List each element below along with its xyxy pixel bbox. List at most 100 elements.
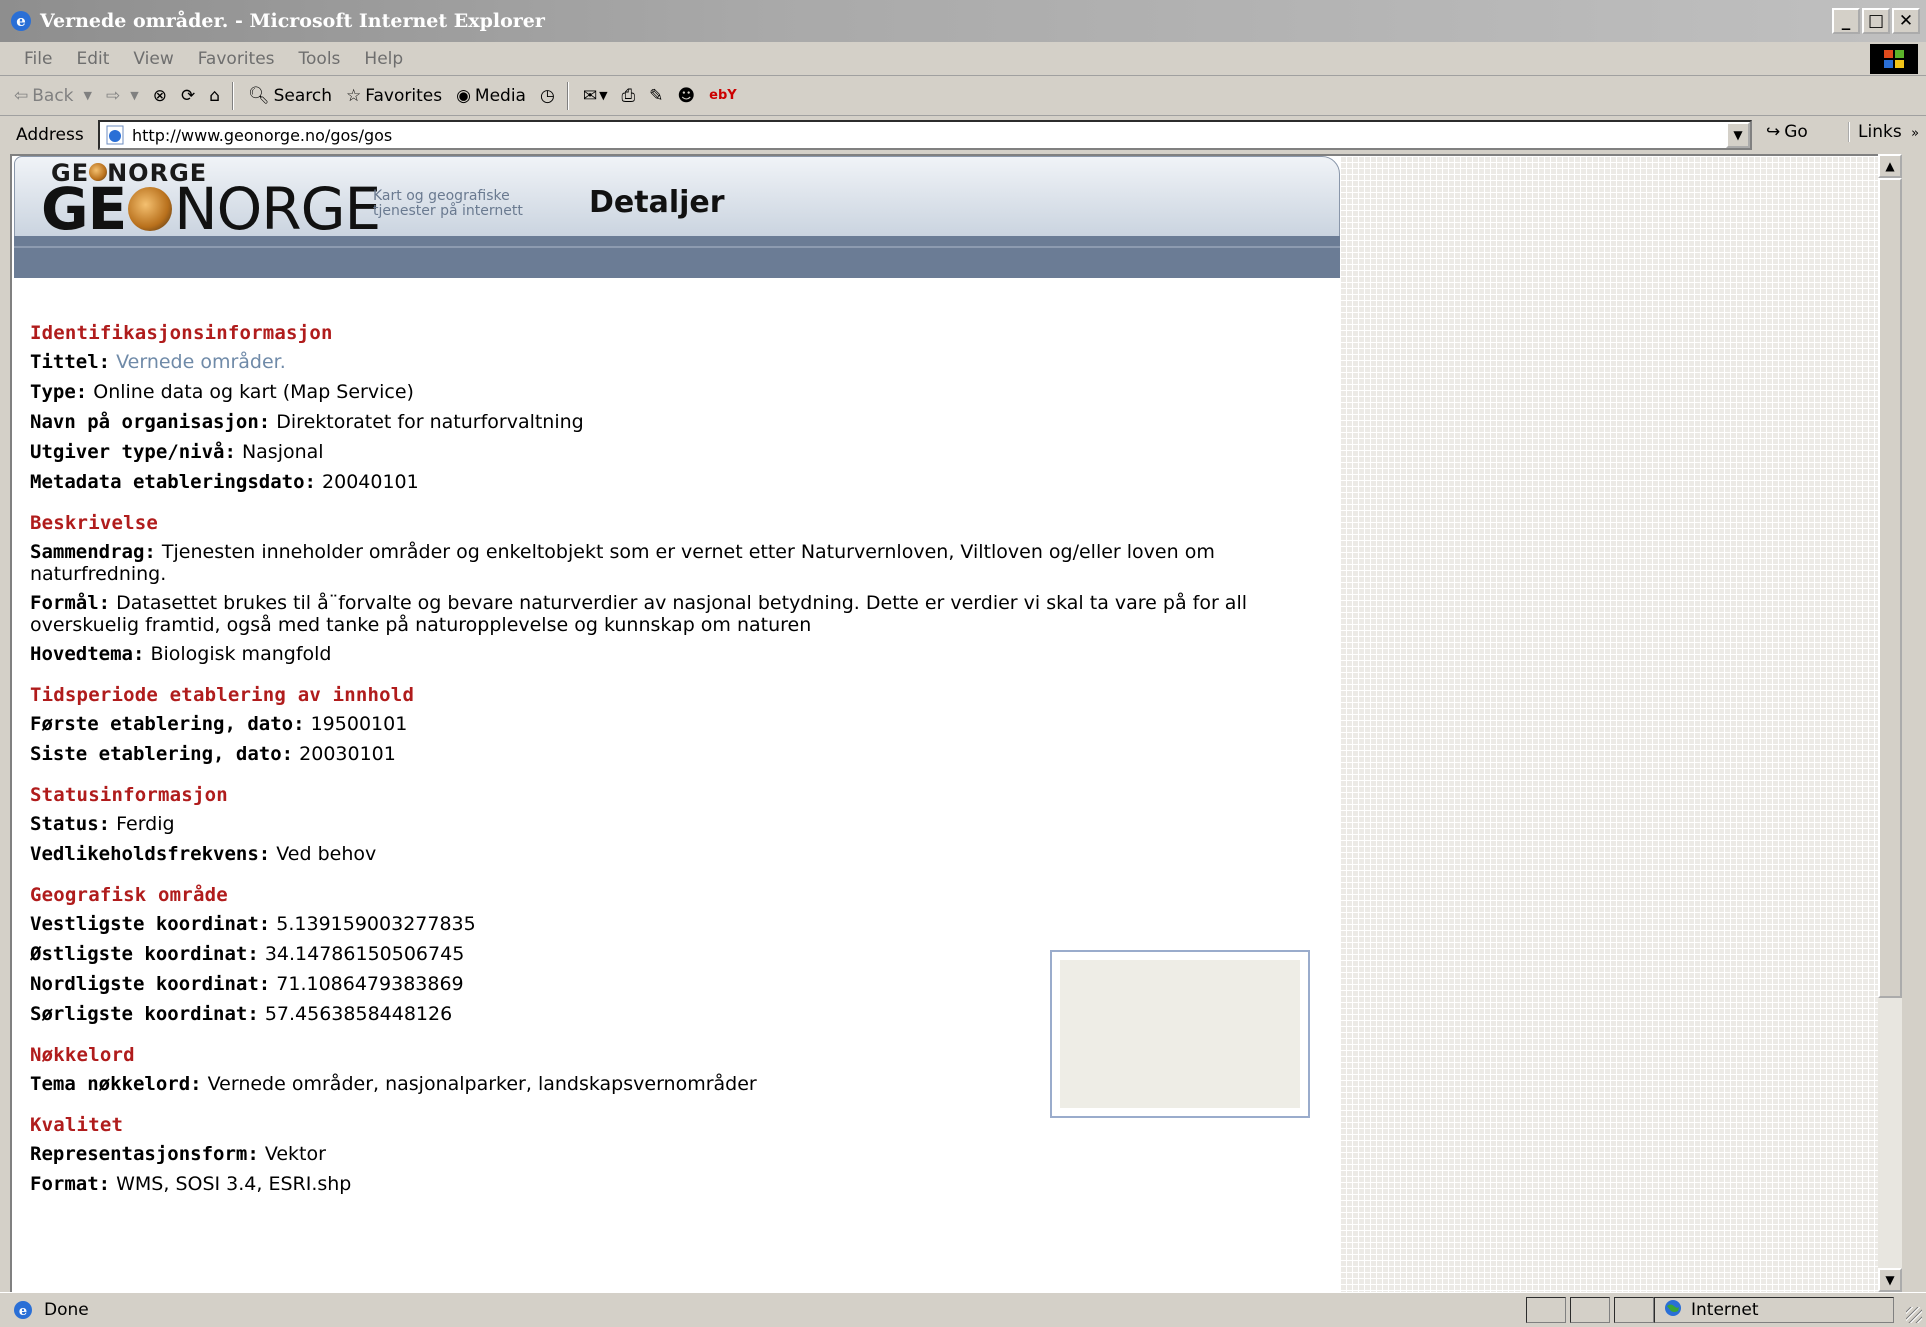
status-text: Done [44, 1300, 89, 1320]
window-title: Vernede områder. - Microsoft Internet Ex… [40, 10, 545, 32]
field-last-date: Siste etablering, dato: 20030101 [30, 743, 396, 765]
chevron-down-icon: ▼ [1733, 128, 1743, 142]
page-title: Detaljer [589, 185, 725, 220]
edit-button[interactable]: ✎ [649, 86, 663, 106]
field-summary: Sammendrag: Tjenesten inneholder områder… [30, 541, 1215, 585]
messenger-button[interactable]: ☻ [677, 86, 695, 106]
page-icon [104, 124, 126, 151]
menu-tools[interactable]: Tools [299, 49, 341, 69]
edit-icon: ✎ [649, 85, 664, 106]
refresh-button[interactable]: ⟳ [181, 86, 195, 106]
field-format: Format: WMS, SOSI 3.4, ESRI.shp [30, 1173, 352, 1195]
section-heading-identification: Identifikasjonsinformasjon [30, 322, 333, 344]
globe-icon [128, 186, 173, 231]
chevron-down-icon: ▼ [83, 89, 92, 102]
history-button[interactable]: ◷ [540, 86, 555, 106]
messenger-icon: ☻ [677, 85, 696, 106]
search-icon: 🔍︎ [248, 85, 270, 106]
address-input[interactable]: http://www.geonorge.no/gos/gos ▼ [98, 120, 1752, 150]
banner-strip [14, 236, 1340, 278]
menu-help[interactable]: Help [364, 49, 403, 69]
field-purpose: Formål: Datasettet brukes til å¨forvalte… [30, 592, 1247, 636]
minimize-button[interactable]: _ [1832, 8, 1860, 34]
history-icon: ◷ [539, 85, 555, 106]
page-content-frame: GE NORGE GE NORGE Kart og geografiske tjen… [10, 154, 1890, 1292]
forward-button[interactable]: ⇨ ▼ [106, 86, 139, 106]
tagline: Kart og geografiske tjenester på interne… [373, 188, 523, 219]
address-label: Address [16, 125, 84, 145]
ebay-icon: ebY [709, 88, 737, 103]
ie-logo-icon: e [8, 8, 34, 34]
media-button[interactable]: ◉ Media [456, 86, 526, 106]
scroll-down-arrow-icon[interactable]: ▼ [1878, 1268, 1902, 1292]
status-cell [1614, 1297, 1654, 1323]
field-type: Type: Online data og kart (Map Service) [30, 381, 414, 403]
globe-icon [1663, 1298, 1683, 1323]
section-heading-description: Beskrivelse [30, 512, 159, 534]
windows-logo-icon [1870, 44, 1918, 74]
field-organisation: Navn på organisasjon: Direktoratet for n… [30, 411, 584, 433]
field-status: Status: Ferdig [30, 813, 175, 835]
field-west-coordinate: Vestligste koordinat: 5.139159003277835 [30, 913, 476, 935]
svg-text:e: e [16, 12, 26, 30]
vertical-scrollbar[interactable]: ▲ ▼ [1878, 154, 1902, 1292]
chevron-down-icon: ▼ [599, 89, 608, 102]
media-icon: ◉ [456, 85, 471, 106]
field-main-theme: Hovedtema: Biologisk mangfold [30, 643, 332, 665]
map-thumbnail [1050, 950, 1310, 1118]
status-cell [1570, 1297, 1610, 1323]
scroll-up-arrow-icon[interactable]: ▲ [1878, 154, 1902, 178]
address-url: http://www.geonorge.no/gos/gos [132, 125, 393, 145]
menu-favorites[interactable]: Favorites [198, 49, 275, 69]
stop-icon: ⊗ [152, 85, 167, 106]
back-button[interactable]: ⇦ Back ▼ [14, 86, 92, 106]
geonorge-logo[interactable]: GE NORGE [41, 175, 381, 243]
section-heading-geographic: Geografisk område [30, 884, 228, 906]
resize-grip[interactable] [1906, 1307, 1922, 1323]
field-publisher-level: Utgiver type/nivå: Nasjonal [30, 441, 324, 463]
toolbar-separator [566, 81, 569, 110]
menu-file[interactable]: File [24, 49, 52, 69]
page-done-icon: e [12, 1299, 34, 1326]
star-icon: ☆ [346, 85, 362, 106]
address-dropdown-button[interactable]: ▼ [1726, 122, 1750, 148]
chevron-down-icon: ▼ [130, 89, 139, 102]
section-heading-status: Statusinformasjon [30, 784, 228, 806]
map-image-placeholder [1060, 960, 1300, 1108]
section-heading-time-period: Tidsperiode etablering av innhold [30, 684, 415, 706]
links-button[interactable]: Links » [1848, 122, 1919, 142]
address-bar: Address http://www.geonorge.no/gos/gos ▼… [0, 116, 1926, 154]
print-button[interactable]: ⎙ [622, 86, 636, 106]
title-link[interactable]: Vernede områder. [116, 351, 286, 373]
background-pattern [1340, 156, 1890, 1292]
menu-bar: File Edit View Favorites Tools Help [0, 42, 1926, 76]
field-title: Tittel: Vernede områder. [30, 351, 286, 373]
mail-icon: ✉ [582, 85, 598, 106]
stop-button[interactable]: ⊗ [153, 86, 167, 106]
menu-view[interactable]: View [133, 49, 173, 69]
forward-arrow-icon: ⇨ [106, 85, 121, 106]
back-arrow-icon: ⇦ [14, 85, 29, 106]
svg-text:e: e [19, 1304, 27, 1319]
favorites-button[interactable]: ☆ Favorites [346, 86, 442, 106]
status-bar: e Done Internet [0, 1292, 1926, 1327]
security-zone: Internet [1654, 1297, 1894, 1323]
home-icon: ⌂ [209, 85, 221, 106]
mail-button[interactable]: ✉ ▼ [583, 86, 608, 106]
field-representation: Representasjonsform: Vektor [30, 1143, 326, 1165]
printer-icon: ⎙ [621, 85, 636, 106]
search-button[interactable]: 🔍︎ Search [248, 86, 332, 106]
ebay-button[interactable]: ebY [709, 88, 737, 103]
toolbar: ⇦ Back ▼ ⇨ ▼ ⊗ ⟳ ⌂ 🔍︎ Search ☆ Favorites… [0, 76, 1926, 116]
menu-edit[interactable]: Edit [76, 49, 109, 69]
toolbar-separator [232, 81, 235, 110]
go-button[interactable]: ↪ Go [1766, 122, 1808, 142]
refresh-icon: ⟳ [180, 85, 196, 106]
go-arrow-icon: ↪ [1766, 122, 1781, 142]
field-maintenance: Vedlikeholdsfrekvens: Ved behov [30, 843, 377, 865]
maximize-button[interactable]: □ [1862, 8, 1890, 34]
scrollbar-thumb[interactable] [1878, 178, 1902, 998]
close-button[interactable]: ✕ [1892, 8, 1920, 34]
home-button[interactable]: ⌂ [209, 86, 220, 106]
window-title-bar: e Vernede områder. - Microsoft Internet … [0, 0, 1926, 42]
